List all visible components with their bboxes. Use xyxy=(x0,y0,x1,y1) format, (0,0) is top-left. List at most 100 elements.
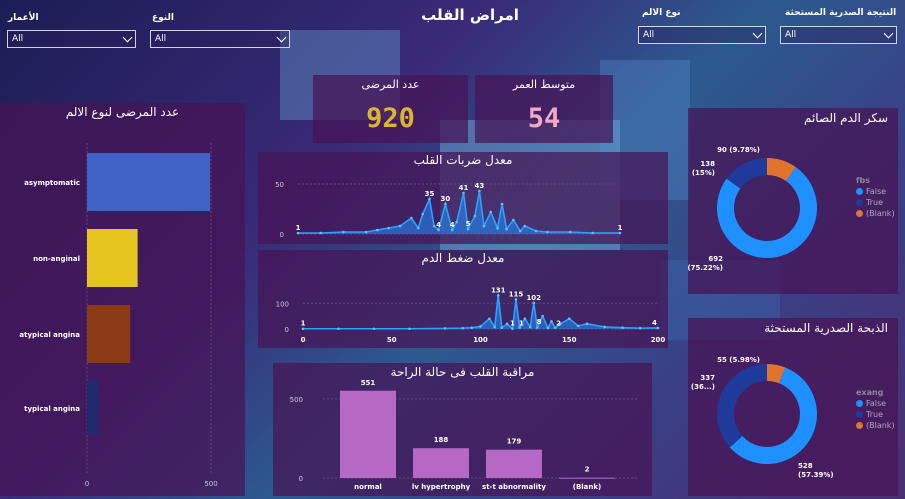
bp-point xyxy=(576,324,580,328)
hr-point xyxy=(455,220,459,224)
ecg-data-label: 2 xyxy=(585,466,590,474)
fbs-legend-false[interactable]: False xyxy=(856,187,895,196)
bp-x-tick-label: 150 xyxy=(562,336,577,344)
hr-point xyxy=(398,224,402,228)
bp-point xyxy=(532,301,536,305)
hr-point xyxy=(496,226,499,230)
hr-data-label: 41 xyxy=(459,184,469,192)
bp-x-tick-label: 50 xyxy=(387,336,397,344)
avg-age-kpi-label: متوسط العمر xyxy=(512,78,576,91)
gender-filter[interactable]: All xyxy=(150,30,290,48)
bp-data-label: 1 xyxy=(301,320,306,328)
ecg-y-tick-label: 0 xyxy=(299,475,303,483)
resting-ecg-chart-panel: مراقبة القلب فى حالة الراحة 0 500 551 norma… xyxy=(273,363,652,496)
hr-y-tick-label: 0 xyxy=(280,231,284,239)
bp-point xyxy=(656,326,660,330)
hr-point xyxy=(437,228,440,232)
ecg-category-label: st-t abnormality xyxy=(482,483,546,491)
bp-data-label: 2 xyxy=(556,319,561,327)
hr-point xyxy=(568,230,572,234)
bp-point xyxy=(585,322,589,326)
hr-point xyxy=(432,224,436,228)
hr-point xyxy=(364,230,368,234)
bp-point xyxy=(536,326,539,329)
bp-point xyxy=(550,319,553,323)
ecg-category-label: normal xyxy=(354,483,382,491)
bp-point xyxy=(408,327,411,331)
hr-point xyxy=(618,231,622,235)
ecg-bar xyxy=(486,449,542,478)
ecg-filter-value: All xyxy=(785,30,797,40)
bp-point xyxy=(514,298,518,301)
exang-legend-false[interactable]: False xyxy=(856,399,895,408)
bp-point xyxy=(638,326,642,330)
pain-x-tick-label: 500 xyxy=(204,480,217,488)
fbs-chart-panel: سكر الدم الصائم 692 (75.22%) 138 (15%) 90 (9… xyxy=(688,108,898,294)
hr-data-label: 35 xyxy=(425,190,435,198)
hr-point xyxy=(410,216,413,220)
bp-point xyxy=(443,327,447,330)
hr-point xyxy=(505,227,508,231)
ecg-data-label: 188 xyxy=(434,436,449,444)
bp-point xyxy=(461,326,465,330)
hr-data-label: 4 xyxy=(436,221,441,229)
hr-data-label: 4 xyxy=(450,221,455,229)
bp-point xyxy=(337,327,340,331)
fbs-legend-blank[interactable]: (Blank) xyxy=(856,209,895,218)
legend-dot-icon xyxy=(856,411,863,418)
bp-point xyxy=(479,325,482,328)
gender-filter-value: All xyxy=(155,34,167,44)
hr-point xyxy=(482,224,486,228)
avg-age-kpi-card: متوسط العمر 54 xyxy=(475,75,613,143)
chevron-down-icon xyxy=(752,28,763,39)
hr-point xyxy=(546,230,549,234)
bp-point xyxy=(603,325,607,329)
bp-data-label: 1 xyxy=(519,320,524,328)
hr-data-label: 1 xyxy=(618,224,623,232)
pain-type-filter-label: نوع الالم xyxy=(642,8,681,18)
pain-bar xyxy=(87,153,211,211)
blood-pressure-chart-panel: معدل ضغط الدم 0 100 1 131 115 102 1 1 8 2 4 0 50 100 1… xyxy=(258,250,668,348)
hr-point xyxy=(518,229,522,233)
exang-slice xyxy=(717,364,767,448)
bp-point xyxy=(567,317,571,321)
pain-bar xyxy=(87,229,138,287)
bp-point xyxy=(511,327,514,331)
bp-data-label: 115 xyxy=(509,290,524,298)
hr-point xyxy=(342,230,345,234)
heart-rate-chart: 0 50 1 35 30 41 43 4 4 5 1 xyxy=(275,181,623,239)
pain-type-filter-value: All xyxy=(643,30,655,40)
exang-slice-label: 337 (36...) xyxy=(691,374,715,391)
exang-legend-true[interactable]: True xyxy=(856,410,895,419)
hr-y-tick-label: 50 xyxy=(275,181,284,189)
exang-legend-blank[interactable]: (Blank) xyxy=(856,421,895,430)
exang-slice-label: 528 (57.39%) xyxy=(798,462,834,479)
age-filter[interactable]: All xyxy=(7,30,136,48)
pain-type-chart: asymptomatic non-anginal atypical angina ty… xyxy=(19,143,218,488)
bp-point xyxy=(493,325,496,329)
pain-type-filter[interactable]: All xyxy=(638,26,766,44)
legend-dot-icon xyxy=(856,400,863,407)
age-filter-value: All xyxy=(12,34,24,44)
hr-point xyxy=(473,214,477,218)
hr-point xyxy=(523,224,527,228)
age-filter-label: الأعمار xyxy=(8,13,39,23)
exang-legend: exang False True (Blank) xyxy=(856,388,895,432)
hr-point xyxy=(421,212,425,216)
bp-data-label: 102 xyxy=(526,294,541,302)
chevron-down-icon xyxy=(276,32,287,43)
ecg-filter[interactable]: All xyxy=(780,26,897,44)
hr-point xyxy=(466,227,470,231)
pain-category-label: typical angina xyxy=(24,405,80,413)
ecg-bar xyxy=(340,390,396,478)
ecg-bar xyxy=(413,448,469,478)
exang-legend-title: exang xyxy=(856,388,884,397)
bp-point xyxy=(541,314,544,318)
ecg-y-tick-label: 500 xyxy=(290,396,303,404)
hr-point xyxy=(444,202,447,206)
hr-data-label: 30 xyxy=(441,195,451,203)
bp-point xyxy=(470,326,473,330)
bp-point xyxy=(505,322,509,326)
fbs-legend-true[interactable]: True xyxy=(856,198,895,207)
heart-rate-chart-panel: معدل ضربات القلب 0 50 1 35 30 41 43 4 4 5 1 xyxy=(258,152,668,244)
